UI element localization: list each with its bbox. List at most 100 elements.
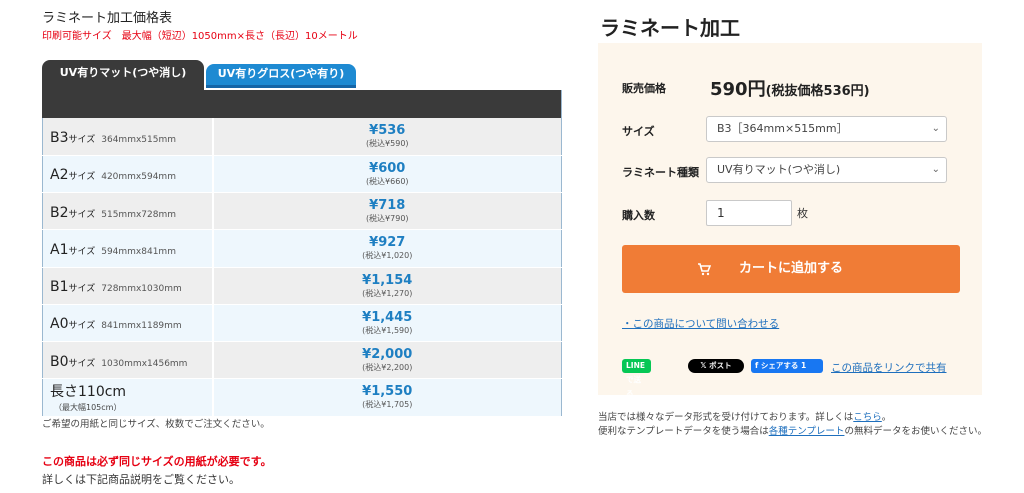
table-row: 長さ110cm （最大幅105cm） ¥1,550 (税込¥1,705)	[42, 378, 562, 417]
table-row: A1サイズ 594mmx841mm ¥927 (税込¥1,020)	[42, 229, 562, 268]
product-title: ラミネート加工	[600, 16, 740, 40]
price-tax-included: (税込¥660)	[365, 176, 409, 186]
size-word: サイズ	[68, 321, 96, 332]
table-row: A2サイズ 420mmx594mm ¥600 (税込¥660)	[42, 155, 562, 194]
price-value: ¥600	[369, 160, 406, 176]
quantity-label: 購入数	[622, 209, 655, 222]
price-cell: ¥600 (税込¥660)	[212, 155, 562, 194]
tab-matte[interactable]: UV有りマット(つや消し)	[42, 60, 204, 90]
price-value: ¥1,550	[362, 384, 413, 400]
price-value: ¥536	[369, 123, 406, 139]
size-word: サイズ	[68, 358, 96, 369]
size-cell: A1サイズ 594mmx841mm	[42, 229, 214, 268]
price-cell: ¥2,000 (税込¥2,200)	[212, 341, 562, 380]
size-cell: A2サイズ 420mmx594mm	[42, 155, 214, 194]
size-name: A0	[50, 316, 69, 333]
size-dimensions: 420mmx594mm	[101, 172, 176, 183]
line-share-button[interactable]: LINEで送る	[622, 359, 651, 398]
price-tax-included: (税込¥1,270)	[362, 288, 413, 298]
price-table: B3サイズ 364mmx515mm ¥536 (税込¥590) A2サイズ 420mmx5…	[42, 118, 562, 417]
price-cell: ¥1,154 (税込¥1,270)	[212, 267, 562, 305]
same-size-warning: この商品は必ず同じサイズの用紙が必要です。	[42, 455, 272, 468]
price-value: ¥718	[369, 198, 406, 214]
size-select-value: B3［364mm×515mm］	[717, 122, 848, 135]
info-link-templates[interactable]: 各種テンプレート	[769, 426, 845, 437]
size-name: B3	[50, 129, 69, 146]
size-dimensions: 728mmx1030mm	[101, 284, 182, 295]
x-icon: 𝕏	[700, 361, 710, 370]
size-name: B1	[50, 279, 69, 296]
info-link-here[interactable]: こちら	[853, 412, 882, 423]
sale-price: 590円(税抜価格536円)	[710, 75, 870, 101]
price-table-title: ラミネート加工価格表	[42, 11, 173, 26]
quantity-unit: 枚	[797, 207, 808, 220]
info-text-3: の無料データをお使いください。	[844, 426, 987, 437]
x-post-label: ポスト	[709, 361, 732, 370]
chevron-down-icon: ⌄	[931, 123, 940, 134]
size-word: サイズ	[68, 209, 96, 220]
price-cell: ¥536 (税込¥590)	[212, 118, 562, 156]
size-dimensions: 1030mmx1456mm	[101, 358, 188, 369]
table-row: A0サイズ 841mmx1189mm ¥1,445 (税込¥1,590)	[42, 304, 562, 343]
size-cell: A0サイズ 841mmx1189mm	[42, 304, 214, 343]
size-dimensions: 841mmx1189mm	[101, 321, 182, 332]
add-to-cart-label: カートに追加する	[738, 261, 843, 276]
table-header-bar	[42, 90, 562, 118]
order-note: ご希望の用紙と同じサイズ、枚数でご注文ください。	[42, 419, 270, 430]
table-row: B0サイズ 1030mmx1456mm ¥2,000 (税込¥2,200)	[42, 341, 562, 380]
size-name: B2	[50, 204, 69, 221]
table-row: B1サイズ 728mmx1030mm ¥1,154 (税込¥1,270)	[42, 267, 562, 305]
laminate-type-select[interactable]: UV有りマット(つや消し) ⌄	[706, 157, 947, 183]
size-name: 長さ110cm	[50, 384, 127, 401]
size-word: サイズ	[68, 246, 96, 257]
price-tax-included: (税込¥590)	[365, 139, 409, 149]
add-to-cart-button[interactable]: カートに追加する	[622, 245, 960, 293]
purchase-panel: 販売価格 590円(税抜価格536円) サイズ B3［364mm×515mm］ …	[598, 43, 982, 398]
sale-price-label: 販売価格	[622, 82, 666, 95]
sale-price-value: 590円	[710, 79, 766, 100]
product-inquiry-link[interactable]: ・この商品について問い合わせる	[622, 316, 779, 331]
size-name: A2	[50, 167, 69, 184]
sale-price-tax-excluded: (税抜価格536円)	[765, 84, 870, 99]
price-value: ¥927	[369, 235, 406, 251]
table-row: B2サイズ 515mmx728mm ¥718 (税込¥790)	[42, 192, 562, 231]
tab-gloss[interactable]: UV有りグロス(つや有り)	[206, 64, 356, 88]
table-row: B3サイズ 364mmx515mm ¥536 (税込¥590)	[42, 118, 562, 156]
size-name: A1	[50, 241, 69, 258]
data-format-info: 当店では様々なデータ形式を受け付けております。詳しくはこちら。 便利なテンプレー…	[598, 412, 987, 437]
finish-tabs: UV有りマット(つや消し) UV有りグロス(つや有り)	[42, 60, 562, 90]
info-text-2: 便利なテンプレートデータを使う場合は	[598, 426, 769, 437]
size-dimensions: 364mmx515mm	[101, 134, 177, 145]
price-value: ¥1,445	[362, 309, 413, 325]
price-cell: ¥1,445 (税込¥1,590)	[212, 304, 562, 343]
detail-note: 詳しくは下記商品説明をご覧ください。	[42, 473, 240, 486]
print-size-note: 印刷可能サイズ 最大幅（短辺）1050mm×長さ（長辺）10メートル	[42, 31, 358, 42]
chevron-down-icon: ⌄	[931, 164, 940, 175]
price-tax-included: (税込¥1,590)	[362, 325, 413, 335]
x-post-button[interactable]: 𝕏 ポスト	[688, 359, 744, 373]
size-cell: B1サイズ 728mmx1030mm	[42, 267, 214, 305]
size-cell: B0サイズ 1030mmx1456mm	[42, 341, 214, 380]
size-name: B0	[50, 353, 69, 370]
info-text-1: 当店では様々なデータ形式を受け付けております。詳しくは	[598, 412, 854, 423]
facebook-share-button[interactable]: f シェアする 1	[751, 359, 823, 373]
size-dimensions: 594mmx841mm	[101, 246, 176, 257]
share-link[interactable]: この商品をリンクで共有	[831, 360, 947, 375]
facebook-share-label: シェアする 1	[760, 361, 807, 370]
price-value: ¥2,000	[362, 347, 413, 363]
price-cell: ¥1,550 (税込¥1,705)	[212, 378, 562, 417]
quantity-input[interactable]: 1	[706, 200, 792, 226]
laminate-type-value: UV有りマット(つや消し)	[717, 163, 841, 176]
size-dimensions: 515mmx728mm	[101, 209, 177, 220]
price-tax-included: (税込¥1,020)	[362, 251, 413, 261]
price-cell: ¥718 (税込¥790)	[212, 192, 562, 231]
laminate-type-label: ラミネート種類	[622, 166, 699, 179]
price-tax-included: (税込¥790)	[365, 214, 409, 224]
price-tax-included: (税込¥2,200)	[362, 363, 413, 373]
size-max-width: （最大幅105cm）	[54, 403, 122, 413]
size-cell: 長さ110cm （最大幅105cm）	[42, 378, 214, 417]
size-select[interactable]: B3［364mm×515mm］ ⌄	[706, 116, 947, 142]
size-cell: B2サイズ 515mmx728mm	[42, 192, 214, 231]
price-cell: ¥927 (税込¥1,020)	[212, 229, 562, 268]
price-tax-included: (税込¥1,705)	[362, 400, 413, 410]
